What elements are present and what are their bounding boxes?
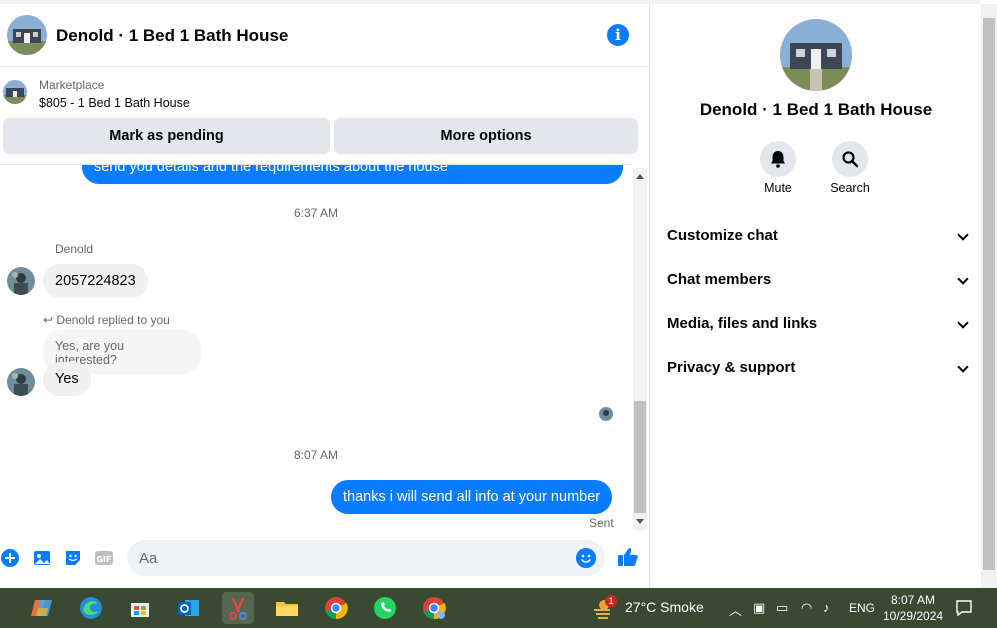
chevron-down-icon [957,317,969,329]
outlook-icon[interactable] [173,592,205,624]
message-list: send you details and the requirements ab… [0,164,632,530]
edge-icon[interactable] [75,592,107,624]
wifi-icon[interactable]: ◠ [801,600,812,616]
thumbs-up-icon[interactable] [617,546,639,568]
reply-icon: ↩ [43,313,57,327]
clock[interactable]: 8:07 AM 10/29/2024 [883,592,943,624]
house-avatar-large[interactable] [780,19,852,91]
whatsapp-icon[interactable] [369,592,401,624]
sticker-icon[interactable] [63,548,83,568]
marketplace-label: Marketplace [39,78,105,92]
message-placeholder: Aa [139,550,158,567]
plus-icon[interactable] [0,548,20,568]
weather-text[interactable]: 27°C Smoke [625,599,704,615]
section-media-files-links[interactable]: Media, files and links [667,309,969,339]
clock-time: 8:07 AM [890,593,936,607]
svg-text:GIF: GIF [96,555,111,564]
info-icon[interactable]: i [607,24,629,46]
page-scrollbar[interactable] [981,4,997,588]
windows-taskbar: 1 27°C Smoke ︿ ▣ ▭ ◠ ♪ ENG 8:07 AM 10/29… [0,588,997,628]
snipping-tool-icon[interactable] [222,592,254,624]
section-label: Customize chat [667,227,778,244]
sender-avatar[interactable] [7,267,35,295]
more-options-button[interactable]: More options [334,118,638,154]
section-label: Chat members [667,271,772,288]
marketplace-listing[interactable]: Marketplace $805 - 1 Bed 1 Bath House [0,68,650,118]
sender-avatar[interactable] [7,368,35,396]
composer: GIF Aa [0,536,650,580]
gif-icon[interactable]: GIF [94,548,114,568]
language-indicator[interactable]: ENG [849,601,875,615]
panel-title: Denold · 1 Bed 1 Bath House [699,100,933,119]
chrome-icon[interactable] [320,592,352,624]
listing-thumbnail [3,80,27,104]
mute-button[interactable] [760,141,796,177]
bell-icon [771,151,785,168]
sent-status: Sent [589,516,614,530]
reply-note: ↩ Denold replied to you [43,313,170,327]
message-scrollbar[interactable] [633,168,647,530]
section-customize-chat[interactable]: Customize chat [667,221,969,251]
file-explorer-icon[interactable] [271,592,303,624]
page-scroll-thumb[interactable] [983,18,995,570]
incoming-message[interactable]: 2057224823 [43,264,148,298]
chat-title[interactable]: Denold · 1 Bed 1 Bath House [56,26,288,46]
emoji-icon[interactable] [576,548,596,568]
outgoing-message[interactable]: thanks i will send all info at your numb… [331,480,613,514]
copilot-icon[interactable] [26,592,58,624]
chat-window: Denold · 1 Bed 1 Bath House i Marketplac… [0,4,650,588]
search-button[interactable] [832,141,868,177]
meet-icon[interactable]: ▣ [753,600,765,616]
sender-name: Denold [55,242,94,256]
chevron-down-icon [957,273,969,285]
seen-avatar-icon [599,407,613,421]
outgoing-message[interactable]: send you details and the requirements ab… [82,165,623,184]
chevron-down-icon [957,361,969,373]
message-input[interactable]: Aa [127,540,605,576]
notification-icon[interactable] [955,599,973,617]
section-privacy-support[interactable]: Privacy & support [667,353,969,383]
chat-header: Denold · 1 Bed 1 Bath House i [0,4,650,67]
listing-price: $805 - 1 Bed 1 Bath House [39,96,190,110]
section-label: Privacy & support [667,359,796,376]
screen: Denold · 1 Bed 1 Bath House i Marketplac… [0,0,997,628]
scroll-up-arrow-icon[interactable] [636,174,644,179]
search-label: Search [830,181,870,195]
mute-label: Mute [764,181,792,195]
house-avatar[interactable] [7,15,47,55]
section-label: Media, files and links [667,315,818,332]
chevron-down-icon [957,229,969,241]
search-icon [842,151,859,168]
scroll-thumb[interactable] [634,401,646,513]
image-icon[interactable] [32,548,52,568]
reply-note-text: Denold replied to you [56,313,170,327]
timestamp: 6:37 AM [293,206,339,220]
volume-icon[interactable]: ♪ [823,600,830,615]
mark-as-pending-button[interactable]: Mark as pending [3,118,330,154]
chevron-up-icon[interactable]: ︿ [729,600,742,619]
store-icon[interactable] [124,592,156,624]
chat-info-panel: Denold · 1 Bed 1 Bath House Mute Search … [651,4,981,588]
clock-date: 10/29/2024 [883,609,944,623]
chrome-profile-icon[interactable] [418,592,450,624]
scroll-down-arrow-icon[interactable] [636,519,644,524]
battery-icon[interactable]: ▭ [776,600,788,616]
weather-badge: 1 [605,595,617,607]
timestamp: 8:07 AM [293,448,339,462]
section-chat-members[interactable]: Chat members [667,265,969,295]
incoming-message[interactable]: Yes [43,362,91,396]
